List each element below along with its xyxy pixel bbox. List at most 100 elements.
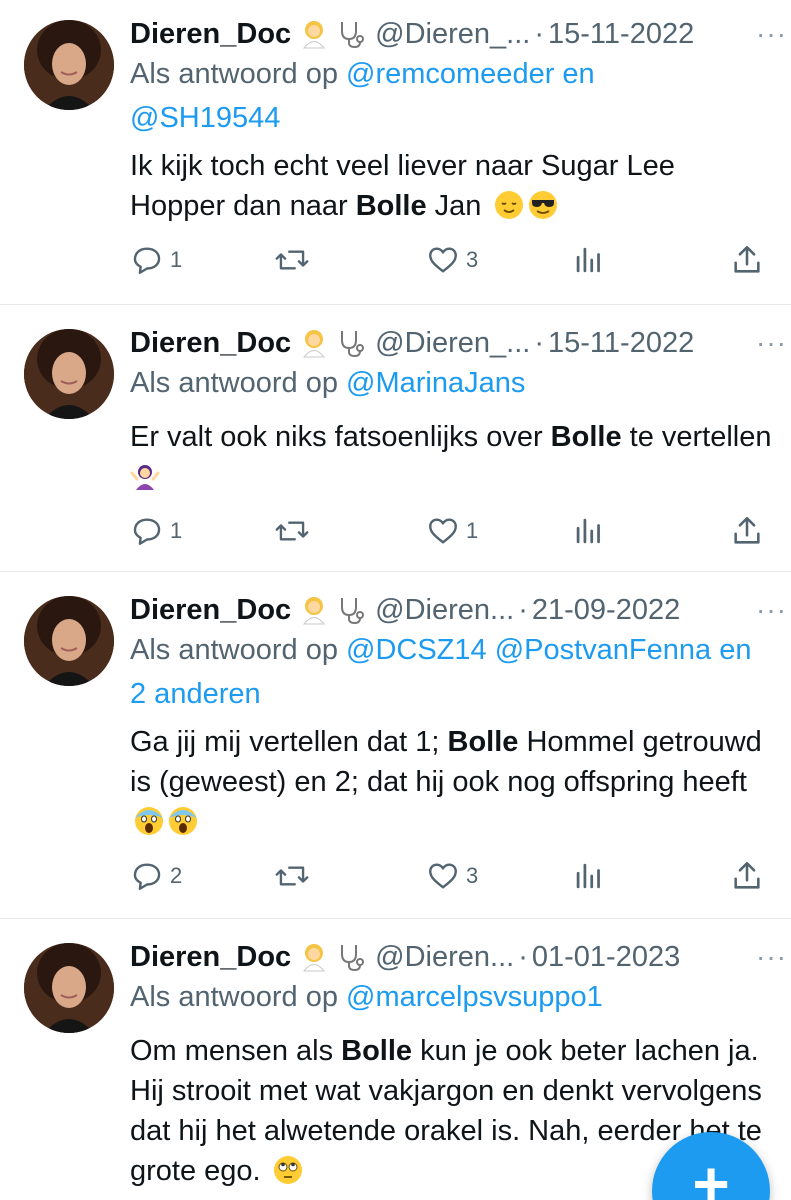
like-icon (429, 518, 457, 544)
reply-context-label: Als antwoord op (130, 58, 347, 90)
like-count: 3 (466, 247, 479, 272)
stethoscope-emoji (341, 598, 365, 625)
face-screaming-emoji (169, 807, 197, 835)
avatar-photo (24, 329, 114, 419)
tweet-date[interactable]: 15-11-2022 (548, 18, 694, 51)
reply-context: Als antwoord op @MarinaJans (130, 361, 771, 405)
author-handle[interactable]: @Dieren_... (375, 327, 530, 360)
like-button[interactable]: 3 (426, 856, 478, 896)
more-options-icon[interactable]: ··· (756, 590, 787, 630)
reply-mention[interactable]: @remcomeeder en (346, 58, 595, 90)
eye-roll-face-emoji (273, 1156, 302, 1184)
like-count: 1 (466, 518, 479, 543)
more-options-icon[interactable]: ··· (756, 937, 787, 977)
views-button[interactable] (574, 511, 604, 551)
share-button[interactable] (730, 240, 764, 280)
views-button[interactable] (574, 240, 604, 280)
tweet-date[interactable]: 21-09-2022 (532, 594, 680, 627)
avatar-photo (24, 596, 114, 686)
retweet-icon (275, 521, 309, 541)
tweet[interactable]: Dieren_Doc @Dieren_... · 15-11-2022 ··· … (0, 0, 791, 305)
share-button[interactable] (730, 856, 764, 896)
retweet-icon (275, 250, 309, 270)
author-name[interactable]: Dieren_Doc (130, 941, 291, 974)
woman-shrugging-emoji (130, 465, 160, 490)
views-button[interactable] (574, 856, 604, 896)
like-button[interactable]: 1 (426, 511, 478, 551)
reply-mention[interactable]: @SH19544 (130, 102, 280, 134)
bold-keyword: Bolle (341, 1035, 413, 1067)
woman-health-worker-emoji (303, 21, 326, 49)
tweet-date[interactable]: 15-11-2022 (548, 327, 694, 360)
bold-keyword: Bolle (447, 726, 519, 758)
reply-button[interactable]: 1 (130, 511, 182, 551)
reply-count: 1 (170, 247, 183, 272)
reply-context: Als antwoord op @remcomeeder en @SH19544 (130, 52, 771, 140)
face-screaming-emoji (135, 807, 163, 835)
bold-keyword: Bolle (355, 190, 427, 222)
author-handle[interactable]: @Dieren_... (375, 18, 530, 51)
tweet[interactable]: Dieren_Doc @Dieren_... · 15-11-2022 ··· … (0, 305, 791, 572)
retweet-button[interactable] (274, 856, 316, 896)
more-options-icon[interactable]: ··· (756, 14, 787, 54)
reply-count: 1 (170, 518, 183, 543)
avatar[interactable] (24, 596, 114, 686)
reply-mention[interactable]: 2 anderen (130, 678, 261, 710)
separator-dot: · (518, 940, 528, 973)
reply-context-label: Als antwoord op (130, 634, 347, 666)
share-icon (734, 245, 760, 273)
reply-context: Als antwoord op @DCSZ14 @PostvanFenna en… (130, 628, 783, 716)
reply-button[interactable]: 1 (130, 240, 182, 280)
more-options-icon[interactable]: ··· (756, 323, 787, 363)
woman-health-worker-emoji (303, 330, 326, 358)
sunglasses-face-emoji (528, 191, 557, 219)
tweet-actions: 1 1 (130, 511, 770, 551)
woman-health-worker-emoji (303, 597, 326, 625)
tweet-text: Ik kijk toch echt veel liever naar Sugar… (130, 150, 675, 222)
reply-count: 2 (170, 863, 183, 888)
views-icon (576, 518, 600, 544)
separator-dot: · (518, 593, 528, 626)
separator-dot: · (534, 326, 545, 359)
relieved-face-emoji (494, 191, 523, 219)
like-icon (429, 863, 457, 889)
avatar-photo (24, 943, 114, 1033)
author-name[interactable]: Dieren_Doc (130, 327, 291, 360)
stethoscope-emoji (341, 331, 365, 358)
stethoscope-emoji (341, 22, 365, 49)
like-button[interactable]: 3 (426, 240, 478, 280)
reply-mention[interactable]: @DCSZ14 @PostvanFenna en (346, 634, 751, 666)
reply-mention[interactable]: @marcelpsvsuppo1 (346, 981, 603, 1013)
timeline-feed: Dieren_Doc @Dieren_... · 15-11-2022 ··· … (0, 0, 791, 1200)
avatar[interactable] (24, 329, 114, 419)
stethoscope-emoji (341, 945, 365, 972)
author-name[interactable]: Dieren_Doc (130, 18, 291, 51)
retweet-button[interactable] (274, 511, 316, 551)
tweet-text: Ga jij mij vertellen dat 1; Bolle Hommel… (130, 722, 773, 842)
reply-icon (133, 247, 161, 274)
reply-mention[interactable]: @MarinaJans (346, 367, 525, 399)
tweet-actions: 1 3 (130, 240, 770, 280)
views-icon (576, 247, 600, 273)
retweet-button[interactable] (274, 240, 316, 280)
author-handle[interactable]: @Dieren... (375, 941, 514, 974)
woman-health-worker-emoji (303, 944, 326, 972)
reply-context-label: Als antwoord op (130, 367, 347, 399)
author-name[interactable]: Dieren_Doc (130, 594, 291, 627)
views-icon (576, 863, 600, 889)
share-button[interactable] (730, 511, 764, 551)
separator-dot: · (534, 17, 545, 50)
share-icon (734, 516, 760, 544)
tweet-text: Er valt ook niks fatsoenlijks over Bolle… (130, 417, 773, 497)
retweet-icon (275, 866, 309, 886)
avatar-photo (24, 20, 114, 110)
avatar[interactable] (24, 943, 114, 1033)
tweet-date[interactable]: 01-01-2023 (532, 941, 680, 974)
plus-icon: + (692, 1148, 730, 1200)
reply-button[interactable]: 2 (130, 856, 182, 896)
avatar[interactable] (24, 20, 114, 110)
like-icon (429, 247, 457, 273)
tweet[interactable]: Dieren_Doc @Dieren... · 21-09-2022 ··· A… (0, 572, 791, 919)
author-handle[interactable]: @Dieren... (375, 594, 514, 627)
share-icon (734, 861, 760, 889)
